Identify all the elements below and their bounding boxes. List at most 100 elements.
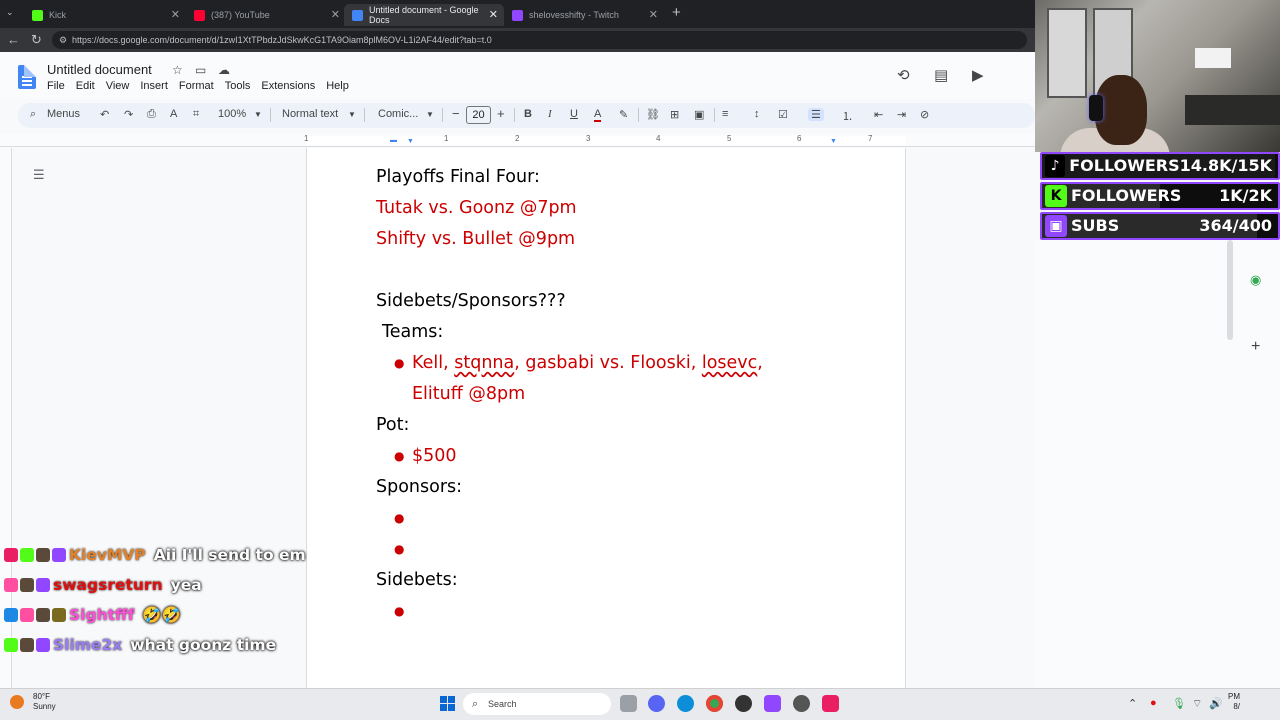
text-color-icon[interactable]: A bbox=[594, 108, 602, 122]
chat-message: KievMVP Aii I'll send to em bbox=[4, 540, 306, 570]
twitch-subs-bar: ▣ SUBS 364/400 bbox=[1040, 212, 1280, 240]
network-icon[interactable]: ⌔ bbox=[1192, 697, 1202, 711]
version-history-icon[interactable]: ⟲ bbox=[897, 66, 910, 84]
taskbar-search-input[interactable]: ⌕ Search bbox=[463, 693, 611, 715]
font-size-input[interactable]: 20 bbox=[466, 106, 491, 124]
match-line: Shifty vs. Bullet @9pm bbox=[376, 229, 576, 249]
add-addon-icon[interactable]: + bbox=[1251, 338, 1260, 356]
paint-format-icon[interactable]: ⌗ bbox=[193, 108, 199, 121]
document-content[interactable]: Playoffs Final Four: Tutak vs. Goonz @7p… bbox=[376, 162, 836, 627]
close-tab-icon[interactable]: ✕ bbox=[489, 8, 498, 21]
increase-indent-icon[interactable]: ⇥ bbox=[897, 108, 906, 121]
chrome-icon[interactable] bbox=[706, 695, 723, 712]
line-spacing-icon[interactable]: ↕ bbox=[754, 108, 760, 120]
tab-search-icon[interactable]: ⌄ bbox=[6, 7, 14, 18]
menu-insert[interactable]: Insert bbox=[140, 80, 168, 92]
highlight-icon[interactable]: ✎ bbox=[619, 108, 628, 121]
cloud-status-icon[interactable]: ☁ bbox=[218, 63, 230, 77]
search-menus-button[interactable]: Menus bbox=[47, 108, 80, 120]
start-icon[interactable] bbox=[440, 696, 455, 711]
align-icon[interactable]: ≡ bbox=[722, 108, 728, 120]
docs-logo-icon[interactable] bbox=[18, 65, 36, 89]
comments-icon[interactable]: ▤ bbox=[934, 66, 948, 84]
meet-icon[interactable]: ▶ bbox=[972, 66, 984, 84]
italic-icon[interactable]: I bbox=[548, 108, 552, 120]
menu-help[interactable]: Help bbox=[326, 80, 349, 92]
redo-icon[interactable]: ↷ bbox=[124, 108, 133, 121]
reload-icon[interactable]: ↻ bbox=[31, 32, 42, 48]
clock[interactable]: PM 8/ bbox=[1228, 692, 1240, 712]
link-icon[interactable]: ⛓ bbox=[646, 108, 660, 121]
comment-icon[interactable]: ⊞ bbox=[670, 108, 679, 121]
maps-icon[interactable]: ◉ bbox=[1250, 272, 1261, 288]
menu-view[interactable]: View bbox=[106, 80, 130, 92]
weather-widget[interactable]: 80°F Sunny bbox=[33, 692, 56, 712]
decrease-indent-icon[interactable]: ⇤ bbox=[874, 108, 883, 121]
tab-kick[interactable]: Kick ✕ bbox=[24, 4, 186, 26]
ruler-tick: 7 bbox=[868, 134, 873, 143]
sponsors-heading: Sponsors: bbox=[376, 477, 463, 497]
scrollbar[interactable] bbox=[1227, 240, 1233, 340]
print-icon[interactable]: ⎙ bbox=[147, 108, 156, 121]
search-icon[interactable]: ⌕ bbox=[30, 108, 36, 121]
chevron-down-icon[interactable]: ▼ bbox=[348, 110, 356, 119]
chevron-down-icon[interactable]: ▼ bbox=[426, 110, 434, 119]
chevron-down-icon[interactable]: ▼ bbox=[254, 110, 262, 119]
background-window bbox=[1047, 8, 1087, 98]
tiktok-app-icon[interactable] bbox=[822, 695, 839, 712]
divider bbox=[514, 108, 515, 122]
image-icon[interactable]: ▣ bbox=[694, 108, 704, 121]
tab-twitch[interactable]: shelovesshifty - Twitch ✕ bbox=[504, 4, 664, 26]
twitch-icon: ▣ bbox=[1045, 215, 1067, 237]
menu-edit[interactable]: Edit bbox=[76, 80, 95, 92]
obs-icon[interactable] bbox=[793, 695, 810, 712]
kick-icon: K bbox=[1045, 185, 1067, 207]
tab-google-docs[interactable]: Untitled document - Google Docs ✕ bbox=[344, 4, 504, 26]
close-tab-icon[interactable]: ✕ bbox=[649, 8, 658, 21]
volume-icon[interactable]: 🔊 bbox=[1209, 697, 1223, 710]
url-input[interactable]: ⚙ https://docs.google.com/document/d/1zwI… bbox=[52, 31, 1027, 49]
bulleted-list-icon[interactable]: ☰ bbox=[808, 108, 824, 121]
list-item-continuation: Elituff @8pm bbox=[412, 384, 526, 404]
right-margin-marker-icon[interactable]: ▼ bbox=[830, 138, 837, 145]
increase-font-icon[interactable]: + bbox=[497, 106, 505, 121]
site-info-icon[interactable]: ⚙ bbox=[59, 31, 67, 49]
style-select[interactable]: Normal text bbox=[282, 108, 338, 120]
close-tab-icon[interactable]: ✕ bbox=[331, 8, 340, 21]
star-icon[interactable]: ☆ bbox=[172, 63, 183, 77]
menu-extensions[interactable]: Extensions bbox=[261, 80, 315, 92]
numbered-list-icon[interactable]: ⒈ bbox=[842, 108, 853, 124]
menu-tools[interactable]: Tools bbox=[225, 80, 251, 92]
decrease-font-icon[interactable]: − bbox=[452, 106, 460, 121]
twitch-icon bbox=[512, 9, 523, 21]
underline-icon[interactable]: U bbox=[570, 108, 578, 120]
new-tab-icon[interactable]: + bbox=[672, 4, 681, 21]
checklist-icon[interactable]: ☑ bbox=[778, 108, 788, 121]
move-folder-icon[interactable]: ▭ bbox=[195, 63, 206, 77]
menu-file[interactable]: File bbox=[47, 80, 65, 92]
clear-formatting-icon[interactable]: ⊘ bbox=[920, 108, 929, 121]
chat-message: Slime2x what goonz time bbox=[4, 630, 306, 660]
menu-format[interactable]: Format bbox=[179, 80, 214, 92]
zoom-select[interactable]: 100% bbox=[218, 108, 246, 120]
bold-icon[interactable]: B bbox=[524, 108, 532, 120]
close-tab-icon[interactable]: ✕ bbox=[171, 8, 180, 21]
weather-sun-icon[interactable] bbox=[10, 695, 24, 709]
undo-icon[interactable]: ↶ bbox=[100, 108, 109, 121]
back-icon[interactable]: ← bbox=[7, 32, 20, 47]
media-player-icon[interactable] bbox=[735, 695, 752, 712]
tray-app-icon[interactable]: ● bbox=[1150, 697, 1157, 709]
document-title[interactable]: Untitled document bbox=[47, 62, 152, 77]
edge-icon[interactable] bbox=[677, 695, 694, 712]
indent-marker-icon[interactable]: ▼ bbox=[407, 138, 414, 145]
document-outline-icon[interactable]: ☰ bbox=[33, 167, 45, 183]
microphone-icon[interactable]: 🎙 bbox=[1172, 697, 1186, 710]
font-select[interactable]: Comic... bbox=[378, 108, 418, 120]
task-view-icon[interactable] bbox=[620, 695, 637, 712]
spellcheck-icon[interactable]: A bbox=[170, 108, 177, 120]
discord-icon[interactable] bbox=[648, 695, 665, 712]
tab-youtube[interactable]: (387) YouTube ✕ bbox=[186, 4, 346, 26]
tray-overflow-icon[interactable]: ⌃ bbox=[1128, 697, 1137, 710]
indent-marker-icon[interactable]: ▬ bbox=[390, 137, 397, 144]
twitch-app-icon[interactable] bbox=[764, 695, 781, 712]
